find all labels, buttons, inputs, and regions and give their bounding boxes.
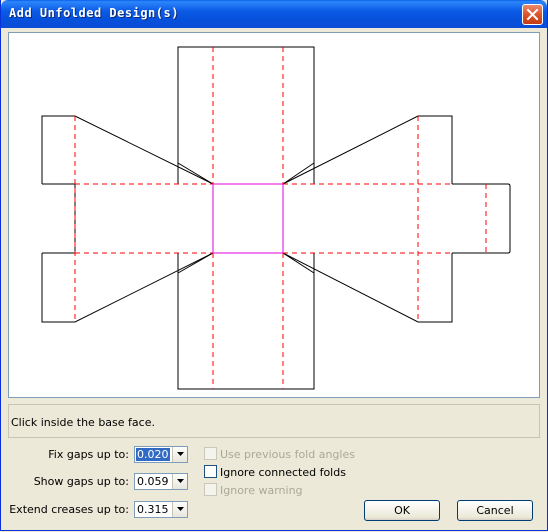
- fix-gaps-dropdown[interactable]: 0.020: [134, 446, 188, 463]
- window-title: Add Unfolded Design(s): [9, 6, 179, 20]
- cut-lines: [41, 46, 511, 390]
- base-face: [212, 183, 284, 254]
- fix-gaps-dropdown-button[interactable]: [172, 447, 187, 462]
- show-gaps-label: Show gaps up to:: [33, 475, 129, 488]
- dialog-window: Add Unfolded Design(s) Click inside the …: [0, 0, 548, 531]
- cancel-button[interactable]: Cancel: [457, 500, 533, 521]
- ignore-warning-label: Ignore warning: [220, 484, 303, 497]
- use-previous-fold-angles-label: Use previous fold angles: [220, 448, 355, 461]
- ok-button[interactable]: OK: [364, 500, 440, 521]
- fix-gaps-value: 0.020: [136, 448, 170, 461]
- show-gaps-value: 0.059: [137, 475, 169, 488]
- ignore-connected-folds-checkbox[interactable]: [204, 465, 217, 478]
- unfold-preview-canvas[interactable]: [8, 32, 540, 398]
- status-bar: Click inside the base face.: [8, 404, 540, 438]
- use-previous-fold-angles-checkbox[interactable]: [204, 447, 217, 460]
- title-bar[interactable]: Add Unfolded Design(s): [1, 0, 547, 28]
- chevron-down-icon: [177, 507, 184, 511]
- status-text: Click inside the base face.: [11, 416, 155, 429]
- close-icon: [526, 8, 539, 21]
- ignore-warning-checkbox[interactable]: [204, 483, 217, 496]
- ignore-connected-folds-label: Ignore connected folds: [220, 466, 346, 479]
- show-gaps-dropdown-button[interactable]: [172, 474, 187, 489]
- extend-creases-dropdown-button[interactable]: [172, 502, 187, 517]
- chevron-down-icon: [177, 479, 184, 483]
- show-gaps-dropdown[interactable]: 0.059: [134, 473, 188, 490]
- crease-lines: [74, 47, 487, 389]
- unfolded-design-drawing: [41, 46, 511, 390]
- chevron-down-icon: [177, 452, 184, 456]
- extend-creases-dropdown[interactable]: 0.315: [134, 501, 188, 518]
- close-button[interactable]: [522, 4, 543, 25]
- fix-gaps-label: Fix gaps up to:: [48, 448, 129, 461]
- extend-creases-value: 0.315: [137, 503, 169, 516]
- extend-creases-label: Extend creases up to:: [9, 503, 129, 516]
